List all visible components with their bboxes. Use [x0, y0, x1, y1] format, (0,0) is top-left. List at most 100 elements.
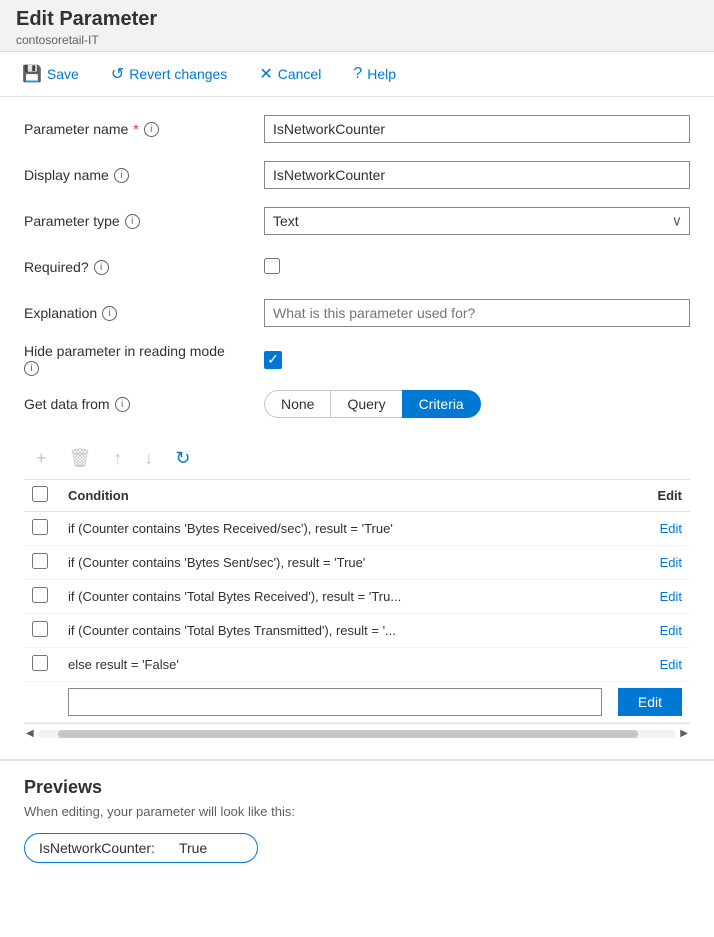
display-name-control	[264, 161, 690, 189]
display-name-row: Display name i	[24, 159, 690, 191]
parameter-name-input[interactable]	[264, 115, 690, 143]
toolbar: 💾 Save ↺ Revert changes ✕ Cancel ? Help	[0, 52, 714, 97]
query-option-button[interactable]: Query	[330, 390, 401, 418]
row-edit-link-1[interactable]: Edit	[660, 555, 682, 570]
criteria-group: None Query Criteria	[264, 390, 690, 418]
add-icon: +	[36, 448, 47, 469]
row-checkbox-cell	[24, 512, 60, 546]
scroll-left-arrow[interactable]: ◀	[26, 728, 34, 739]
none-option-button[interactable]: None	[264, 390, 330, 418]
explanation-label: Explanation i	[24, 305, 264, 321]
row-checkbox-3[interactable]	[32, 621, 48, 637]
condition-col-header: Condition	[60, 480, 610, 512]
parameter-name-control	[264, 115, 690, 143]
row-edit-link-3[interactable]: Edit	[660, 623, 682, 638]
hide-param-control: ✓	[264, 351, 690, 369]
save-icon: 💾	[22, 64, 42, 84]
scrollbar-area: ◀ ▶	[24, 723, 690, 743]
required-star: *	[133, 121, 138, 137]
required-label: Required? i	[24, 259, 264, 275]
conditions-table: Condition Edit if (Counter contains 'Byt…	[24, 479, 690, 723]
up-icon: ↑	[113, 448, 122, 469]
row-edit-link-0[interactable]: Edit	[660, 521, 682, 536]
table-row: if (Counter contains 'Bytes Sent/sec'), …	[24, 546, 690, 580]
preview-value: True	[169, 833, 258, 863]
cancel-icon: ✕	[259, 64, 272, 84]
row-condition-cell: if (Counter contains 'Total Bytes Receiv…	[60, 580, 610, 614]
row-edit-link-4[interactable]: Edit	[660, 657, 682, 672]
display-name-input[interactable]	[264, 161, 690, 189]
explanation-input[interactable]	[264, 299, 690, 327]
parameter-name-row: Parameter name * i	[24, 113, 690, 145]
previews-subtitle: When editing, your parameter will look l…	[24, 804, 690, 819]
row-checkbox-0[interactable]	[32, 519, 48, 535]
revert-button[interactable]: ↺ Revert changes	[105, 60, 233, 88]
criteria-option-button[interactable]: Criteria	[402, 390, 481, 418]
save-label: Save	[47, 66, 79, 82]
parameter-type-select[interactable]: Text Number Boolean Date	[264, 207, 690, 235]
hide-param-checkbox[interactable]: ✓	[264, 351, 282, 369]
row-condition-cell: if (Counter contains 'Total Bytes Transm…	[60, 614, 610, 648]
row-edit-cell: Edit	[610, 614, 690, 648]
table-toolbar: + 🗑 ↑ ↓ ↻	[24, 438, 690, 479]
row-checkbox-4[interactable]	[32, 655, 48, 671]
row-edit-cell: Edit	[610, 648, 690, 682]
move-up-button[interactable]: ↑	[109, 446, 126, 471]
delete-row-button[interactable]: 🗑	[65, 446, 96, 471]
select-all-checkbox[interactable]	[32, 486, 48, 502]
preview-label: IsNetworkCounter:	[24, 833, 169, 863]
row-condition-cell: else result = 'False'	[60, 648, 610, 682]
scroll-right-arrow[interactable]: ▶	[680, 728, 688, 739]
scroll-arrows: ◀ ▶	[24, 728, 690, 739]
required-info-icon: i	[94, 260, 109, 275]
preview-field: IsNetworkCounter: True	[24, 833, 690, 863]
row-edit-link-2[interactable]: Edit	[660, 589, 682, 604]
revert-label: Revert changes	[129, 66, 227, 82]
help-button[interactable]: ? Help	[347, 61, 402, 87]
row-checkbox-2[interactable]	[32, 587, 48, 603]
save-button[interactable]: 💾 Save	[16, 60, 85, 88]
get-data-label: Get data from i	[24, 396, 264, 412]
explanation-control	[264, 299, 690, 327]
parameter-type-control: Text Number Boolean Date ∨	[264, 207, 690, 235]
row-checkbox-cell	[24, 614, 60, 648]
table-row: if (Counter contains 'Bytes Received/sec…	[24, 512, 690, 546]
delete-icon: 🗑	[69, 448, 92, 469]
row-checkbox-1[interactable]	[32, 553, 48, 569]
row-edit-cell: Edit	[610, 580, 690, 614]
parameter-type-info-icon: i	[125, 214, 140, 229]
move-down-button[interactable]: ↓	[140, 446, 157, 471]
scrollbar-track[interactable]	[38, 730, 677, 738]
hide-param-row: Hide parameter in reading mode i ✓	[24, 343, 690, 376]
row-edit-cell: Edit	[610, 546, 690, 580]
get-data-control: None Query Criteria	[264, 390, 690, 418]
edit-col-header: Edit	[610, 480, 690, 512]
explanation-row: Explanation i	[24, 297, 690, 329]
required-checkbox[interactable]	[264, 258, 280, 274]
new-condition-input[interactable]	[68, 688, 602, 716]
previews-section: Previews When editing, your parameter wi…	[0, 760, 714, 879]
scrollbar-thumb	[58, 730, 638, 738]
row-condition-cell: if (Counter contains 'Bytes Sent/sec'), …	[60, 546, 610, 580]
hide-param-info-icon: i	[24, 361, 39, 376]
hide-param-label-wrap: Hide parameter in reading mode i	[24, 343, 264, 376]
cancel-button[interactable]: ✕ Cancel	[253, 60, 327, 88]
refresh-button[interactable]: ↻	[171, 446, 194, 471]
add-row-button[interactable]: +	[32, 446, 51, 471]
footer-edit-button[interactable]: Edit	[618, 688, 682, 716]
display-name-label: Display name i	[24, 167, 264, 183]
get-data-row: Get data from i None Query Criteria	[24, 390, 690, 418]
parameter-name-info-icon: i	[144, 122, 159, 137]
help-label: Help	[367, 66, 396, 82]
parameter-name-label: Parameter name * i	[24, 121, 264, 137]
parameter-type-row: Parameter type i Text Number Boolean Dat…	[24, 205, 690, 237]
required-control	[264, 258, 690, 277]
row-checkbox-cell	[24, 546, 60, 580]
parameter-type-label: Parameter type i	[24, 213, 264, 229]
get-data-info-icon: i	[115, 397, 130, 412]
footer-edit-cell: Edit	[610, 682, 690, 723]
help-icon: ?	[353, 65, 362, 83]
table-header-row: Condition Edit	[24, 480, 690, 512]
previews-title: Previews	[24, 777, 690, 798]
explanation-info-icon: i	[102, 306, 117, 321]
